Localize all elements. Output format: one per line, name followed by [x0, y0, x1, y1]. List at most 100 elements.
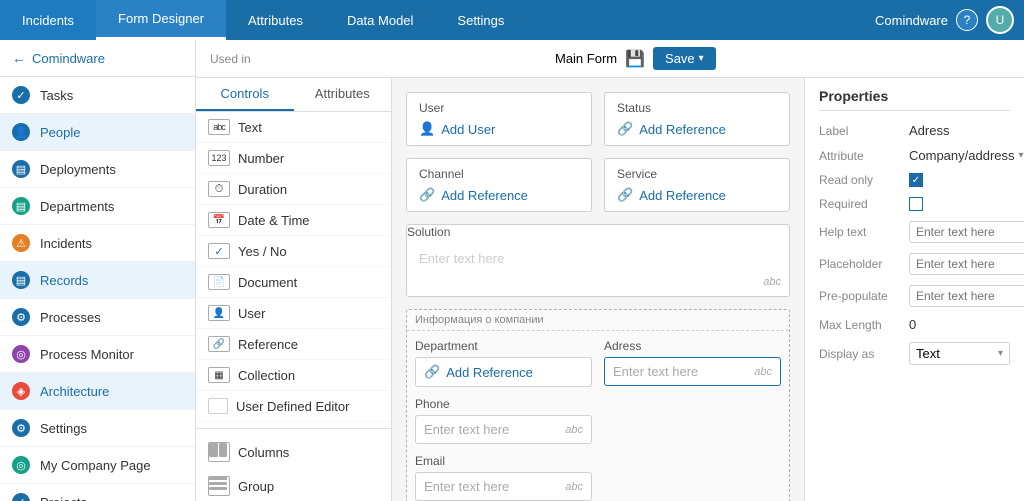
prop-prepopulate-key: Pre-populate: [819, 289, 909, 303]
service-field-label: Service: [617, 167, 777, 181]
sidebar-item-departments[interactable]: ▤ Departments: [0, 188, 195, 225]
tab-attributes[interactable]: Attributes: [294, 78, 392, 111]
add-reference-status-icon: 🔗: [617, 121, 633, 137]
service-field: Service 🔗 Add Reference: [604, 158, 790, 212]
sidebar-label-process-monitor: Process Monitor: [40, 347, 134, 362]
control-user[interactable]: 👤 User: [196, 298, 391, 329]
prop-attribute-select[interactable]: Company/address ▾: [909, 148, 1024, 163]
save-button[interactable]: Save ▾: [653, 47, 716, 70]
help-text-input[interactable]: [909, 221, 1024, 243]
phone-placeholder: Enter text here: [424, 422, 509, 437]
pre-populate-input[interactable]: [909, 285, 1024, 307]
status-field-label: Status: [617, 101, 777, 115]
required-checkbox[interactable]: [909, 197, 923, 211]
prop-displayas-row: Display as Text ▾: [819, 342, 1010, 365]
add-reference-service-label: Add Reference: [639, 188, 726, 203]
add-reference-service-icon: 🔗: [617, 187, 633, 203]
architecture-icon: ◈: [12, 382, 30, 400]
display-as-select[interactable]: Text ▾: [909, 342, 1010, 365]
sidebar-item-architecture[interactable]: ◈ Architecture: [0, 373, 195, 410]
sidebar-label-architecture: Architecture: [40, 384, 109, 399]
yesno-control-icon: ✓: [208, 243, 230, 259]
control-yesno-label: Yes / No: [238, 244, 287, 259]
add-reference-service-button[interactable]: 🔗 Add Reference: [617, 187, 777, 203]
control-number[interactable]: 123 Number: [196, 143, 391, 174]
channel-field-label: Channel: [419, 167, 579, 181]
sidebar-item-my-company-page[interactable]: ◎ My Company Page: [0, 447, 195, 484]
add-reference-channel-button[interactable]: 🔗 Add Reference: [419, 187, 579, 203]
tasks-icon: ✓: [12, 86, 30, 104]
phone-spacer: [604, 397, 781, 444]
sidebar: ← Comindware ✓ Tasks 👤 People ▤ Deployme…: [0, 40, 196, 501]
channel-field: Channel 🔗 Add Reference: [406, 158, 592, 212]
sidebar-brand-label: Comindware: [32, 51, 105, 66]
prop-placeholder-row: Placeholder: [819, 253, 1010, 275]
address-abc-badge: abc: [754, 366, 772, 378]
control-document-label: Document: [238, 275, 297, 290]
control-user-defined-label: User Defined Editor: [236, 399, 349, 414]
layout-columns-label: Columns: [238, 445, 289, 460]
tab-data-model[interactable]: Data Model: [325, 0, 435, 40]
control-text-label: Text: [238, 120, 262, 135]
prop-helptext-key: Help text: [819, 225, 909, 239]
tab-attributes[interactable]: Attributes: [226, 0, 325, 40]
control-duration[interactable]: ⏱ Duration: [196, 174, 391, 205]
layout-group[interactable]: Group: [196, 469, 391, 501]
phone-input[interactable]: Enter text here abc: [415, 415, 592, 444]
sidebar-label-people: People: [40, 125, 80, 140]
control-datetime[interactable]: 📅 Date & Time: [196, 205, 391, 236]
prop-label-key: Label: [819, 124, 909, 138]
sidebar-item-projects[interactable]: ✓ Projects: [0, 484, 195, 501]
sidebar-item-records[interactable]: ▤ Records: [0, 262, 195, 299]
read-only-checkbox[interactable]: [909, 173, 923, 187]
email-spacer: [604, 454, 781, 501]
add-reference-status-button[interactable]: 🔗 Add Reference: [617, 121, 777, 137]
placeholder-input[interactable]: [909, 253, 1024, 275]
prop-maxlength-key: Max Length: [819, 318, 909, 332]
form-name: Main Form: [555, 51, 617, 66]
sidebar-back[interactable]: ← Comindware: [0, 40, 195, 77]
address-input[interactable]: Enter text here abc: [604, 357, 781, 386]
user-avatar[interactable]: U: [986, 6, 1014, 34]
user-defined-control-icon: [208, 398, 228, 414]
add-user-button[interactable]: 👤 Add User: [419, 121, 579, 137]
sidebar-item-incidents[interactable]: ⚠ Incidents: [0, 225, 195, 262]
layout-columns[interactable]: Columns: [196, 435, 391, 469]
email-placeholder: Enter text here: [424, 479, 509, 494]
help-button[interactable]: ?: [956, 9, 978, 31]
control-collection[interactable]: ▦ Collection: [196, 360, 391, 391]
department-field: Department 🔗 Add Reference: [415, 339, 592, 387]
tab-form-designer[interactable]: Form Designer: [96, 0, 226, 40]
sidebar-item-settings[interactable]: ⚙ Settings: [0, 410, 195, 447]
departments-icon: ▤: [12, 197, 30, 215]
prop-helptext-row: Help text: [819, 221, 1010, 243]
email-input[interactable]: Enter text here abc: [415, 472, 592, 501]
processes-icon: ⚙: [12, 308, 30, 326]
sidebar-item-deployments[interactable]: ▤ Deployments: [0, 151, 195, 188]
control-document[interactable]: 📄 Document: [196, 267, 391, 298]
control-text[interactable]: abc Text: [196, 112, 391, 143]
layout-group-label: Group: [238, 479, 274, 494]
prop-label-value: Adress: [909, 123, 1010, 138]
sidebar-item-processes[interactable]: ⚙ Processes: [0, 299, 195, 336]
solution-text-area[interactable]: Enter text here abc: [407, 245, 789, 296]
display-as-chevron-icon: ▾: [998, 348, 1003, 359]
company-info-subgroup: Информация о компании Department 🔗 Add R…: [406, 309, 790, 501]
control-yesno[interactable]: ✓ Yes / No: [196, 236, 391, 267]
sidebar-item-people[interactable]: 👤 People: [0, 114, 195, 151]
tab-settings[interactable]: Settings: [435, 0, 526, 40]
status-field: Status 🔗 Add Reference: [604, 92, 790, 146]
add-reference-channel-label: Add Reference: [441, 188, 528, 203]
tab-incidents[interactable]: Incidents: [0, 0, 96, 40]
sidebar-item-process-monitor[interactable]: ◎ Process Monitor: [0, 336, 195, 373]
top-navigation: Incidents Form Designer Attributes Data …: [0, 0, 1024, 40]
control-user-defined[interactable]: User Defined Editor: [196, 391, 391, 422]
tab-controls[interactable]: Controls: [196, 78, 294, 111]
projects-icon: ✓: [12, 493, 30, 501]
sidebar-label-incidents: Incidents: [40, 236, 92, 251]
add-reference-department-button[interactable]: 🔗 Add Reference: [415, 357, 592, 387]
sidebar-label-projects: Projects: [40, 495, 87, 501]
sidebar-item-tasks[interactable]: ✓ Tasks: [0, 77, 195, 114]
email-field: Email Enter text here abc: [415, 454, 592, 501]
control-reference[interactable]: 🔗 Reference: [196, 329, 391, 360]
